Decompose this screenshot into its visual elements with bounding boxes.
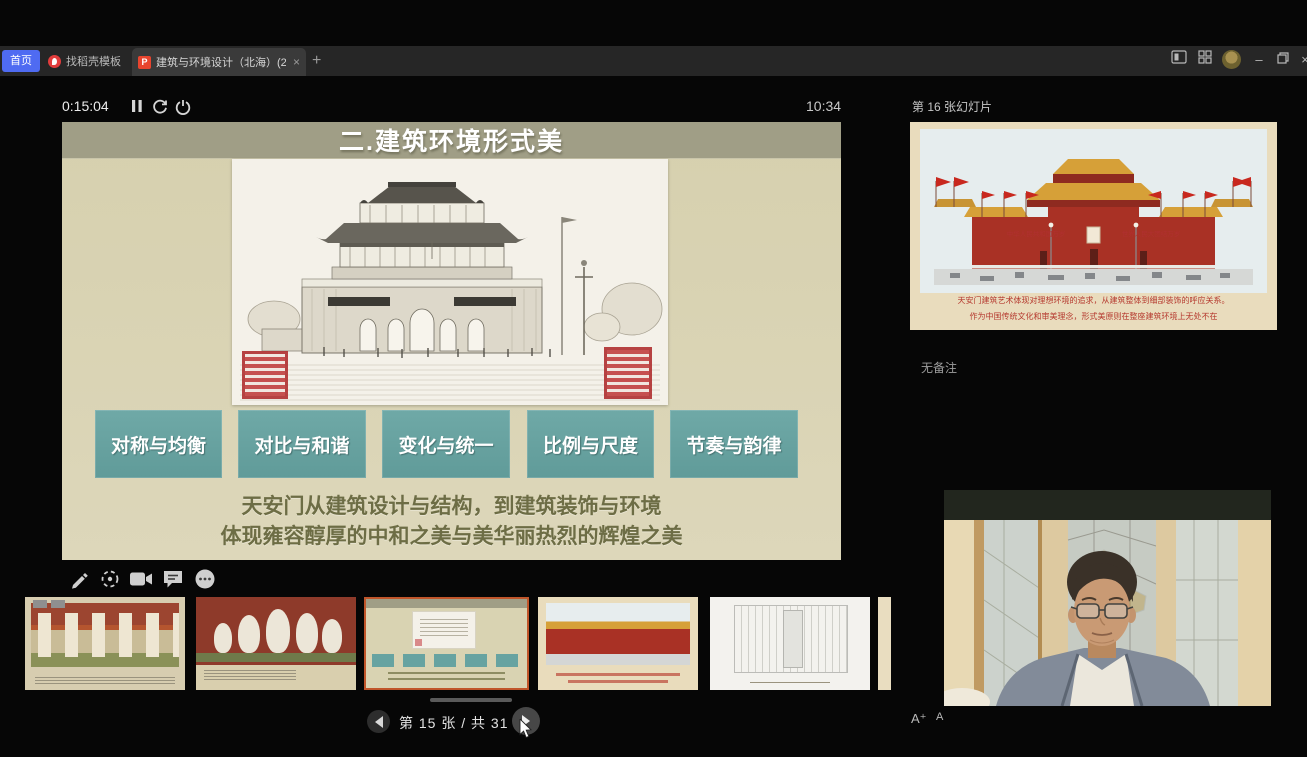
slide-title: 二.建筑环境形式美	[339, 122, 564, 158]
camera-icon[interactable]	[128, 566, 154, 592]
new-tab-button[interactable]: +	[312, 49, 321, 73]
ppt-file-icon: P	[138, 56, 151, 69]
banner-left-text: 中华人民共和国万岁	[1007, 229, 1066, 238]
grid-view-icon[interactable]	[1194, 50, 1216, 70]
more-options-icon[interactable]	[192, 566, 218, 592]
tab-bar: 首页 找稻壳模板 P 建筑与环境设计（北海）(2).pptx × +	[0, 46, 1307, 76]
pause-timer-icon[interactable]	[131, 99, 143, 118]
thumb15-btn	[465, 654, 487, 667]
principle-button-4[interactable]: 比例与尺度	[527, 410, 654, 478]
thumb15-btn	[496, 654, 518, 667]
slide-thumbnail-18-partial[interactable]	[878, 597, 891, 690]
thumb15-btn	[372, 654, 394, 667]
presentation-timer: 0:15:04	[62, 98, 109, 114]
reset-timer-icon[interactable]	[152, 99, 168, 120]
slide-caption-line2: 体现雍容醇厚的中和之美与美华丽热烈的辉煌之美	[62, 520, 841, 550]
mouse-cursor	[519, 719, 533, 739]
principle-button-1[interactable]: 对称与均衡	[95, 410, 222, 478]
thumb15-btn	[434, 654, 456, 667]
principle-button-3[interactable]: 变化与统一	[382, 410, 510, 478]
preview-caption-line1: 天安门建筑艺术体现对理想环境的追求，从建筑整体到细部装饰的呼应关系。	[916, 296, 1271, 306]
tab-close-icon[interactable]: ×	[293, 55, 300, 69]
next-slide-header: 第 16 张幻灯片	[912, 98, 992, 115]
close-button[interactable]: ×	[1294, 50, 1307, 70]
tab-docer-label: 找稻壳模板	[66, 53, 121, 69]
tab-document-active[interactable]: P 建筑与环境设计（北海）(2).pptx ×	[132, 48, 306, 76]
banner-right-text: 世界人民大团结万岁	[1122, 229, 1181, 238]
reading-layout-icon[interactable]	[1168, 50, 1190, 70]
end-show-power-icon[interactable]	[175, 99, 191, 120]
webcam-top-band	[944, 490, 1271, 520]
thumb16-photo	[546, 603, 690, 665]
thumb13-chip	[33, 600, 47, 608]
red-seal-left	[242, 351, 288, 399]
tiananmen-photo: 中华人民共和国万岁 世界人民大团结万岁	[920, 129, 1267, 293]
principle-buttons-row: 对称与均衡 对比与和谐 变化与统一 比例与尺度 节奏与韵律	[62, 410, 841, 478]
wall-clock: 10:34	[806, 98, 841, 114]
principle-button-5[interactable]: 节奏与韵律	[670, 410, 798, 478]
laser-pointer-icon[interactable]	[97, 566, 123, 592]
restore-button[interactable]	[1272, 50, 1294, 70]
principle-button-2[interactable]: 对比与和谐	[238, 410, 366, 478]
webcam-scene	[944, 520, 1271, 706]
docer-icon	[48, 55, 61, 68]
thumb16-caption-line2	[568, 680, 668, 683]
slide-thumbnail-16[interactable]	[538, 597, 698, 690]
tab-home[interactable]: 首页	[2, 50, 40, 72]
thumb14-caption-area	[196, 665, 356, 690]
pen-annotate-icon[interactable]	[66, 566, 92, 592]
slide-caption-line1: 天安门从建筑设计与结构，到建筑装饰与环境	[62, 490, 841, 520]
tab-document-label: 建筑与环境设计（北海）(2).pptx	[156, 54, 286, 70]
preview-caption-line2: 作为中国传统文化和审美理念，形式美原则在整座建筑环境上无处不在	[916, 312, 1271, 322]
notes-font-decrease-button[interactable]: A	[936, 711, 943, 723]
minimize-button[interactable]: –	[1248, 50, 1270, 70]
red-seal-right	[604, 347, 652, 399]
slide-thumbnail-14[interactable]	[196, 597, 356, 690]
thumb15-title-band	[366, 599, 527, 608]
user-avatar[interactable]	[1222, 50, 1241, 69]
notes-font-increase-button[interactable]: A⁺	[911, 711, 927, 727]
thumb16-caption-line	[556, 673, 680, 676]
current-slide-canvas[interactable]: 二.建筑环境形式美	[62, 122, 841, 560]
next-slide-preview: 中华人民共和国万岁 世界人民大团结万岁 天安门建筑艺术体现对理想环境的追求，从建…	[910, 122, 1277, 330]
etching-drawing	[232, 159, 668, 405]
thumb13-chip2	[51, 600, 65, 608]
presentation-app-window: 首页 找稻壳模板 P 建筑与环境设计（北海）(2).pptx × + – × 0…	[0, 0, 1307, 757]
thumb14-photo	[196, 597, 356, 665]
thumb15-caption-lines	[388, 672, 505, 684]
slide-thumbnail-15-current[interactable]	[364, 597, 529, 690]
thumb13-photo	[31, 603, 179, 667]
webcam-video[interactable]	[944, 520, 1271, 706]
thumb13-caption-lines	[35, 677, 175, 684]
page-indicator: 第 15 张 / 共 31 张	[399, 713, 528, 733]
slide-thumbnail-17[interactable]	[710, 597, 870, 690]
thumb15-btn	[403, 654, 425, 667]
slide-thumbnail-13[interactable]	[25, 597, 185, 690]
tiananmen-etching-image	[232, 159, 668, 405]
previous-slide-button[interactable]	[367, 710, 390, 733]
thumb17-caption-line	[750, 682, 830, 685]
tab-docer-templates[interactable]: 找稻壳模板	[48, 50, 121, 72]
thumb17-technical-drawing	[734, 605, 848, 673]
filmstrip-scrollbar[interactable]	[430, 698, 512, 702]
slide-title-band: 二.建筑环境形式美	[62, 122, 841, 159]
thumb15-etching	[412, 611, 476, 649]
speaker-notes-empty: 无备注	[921, 359, 957, 376]
comment-icon[interactable]	[160, 566, 186, 592]
